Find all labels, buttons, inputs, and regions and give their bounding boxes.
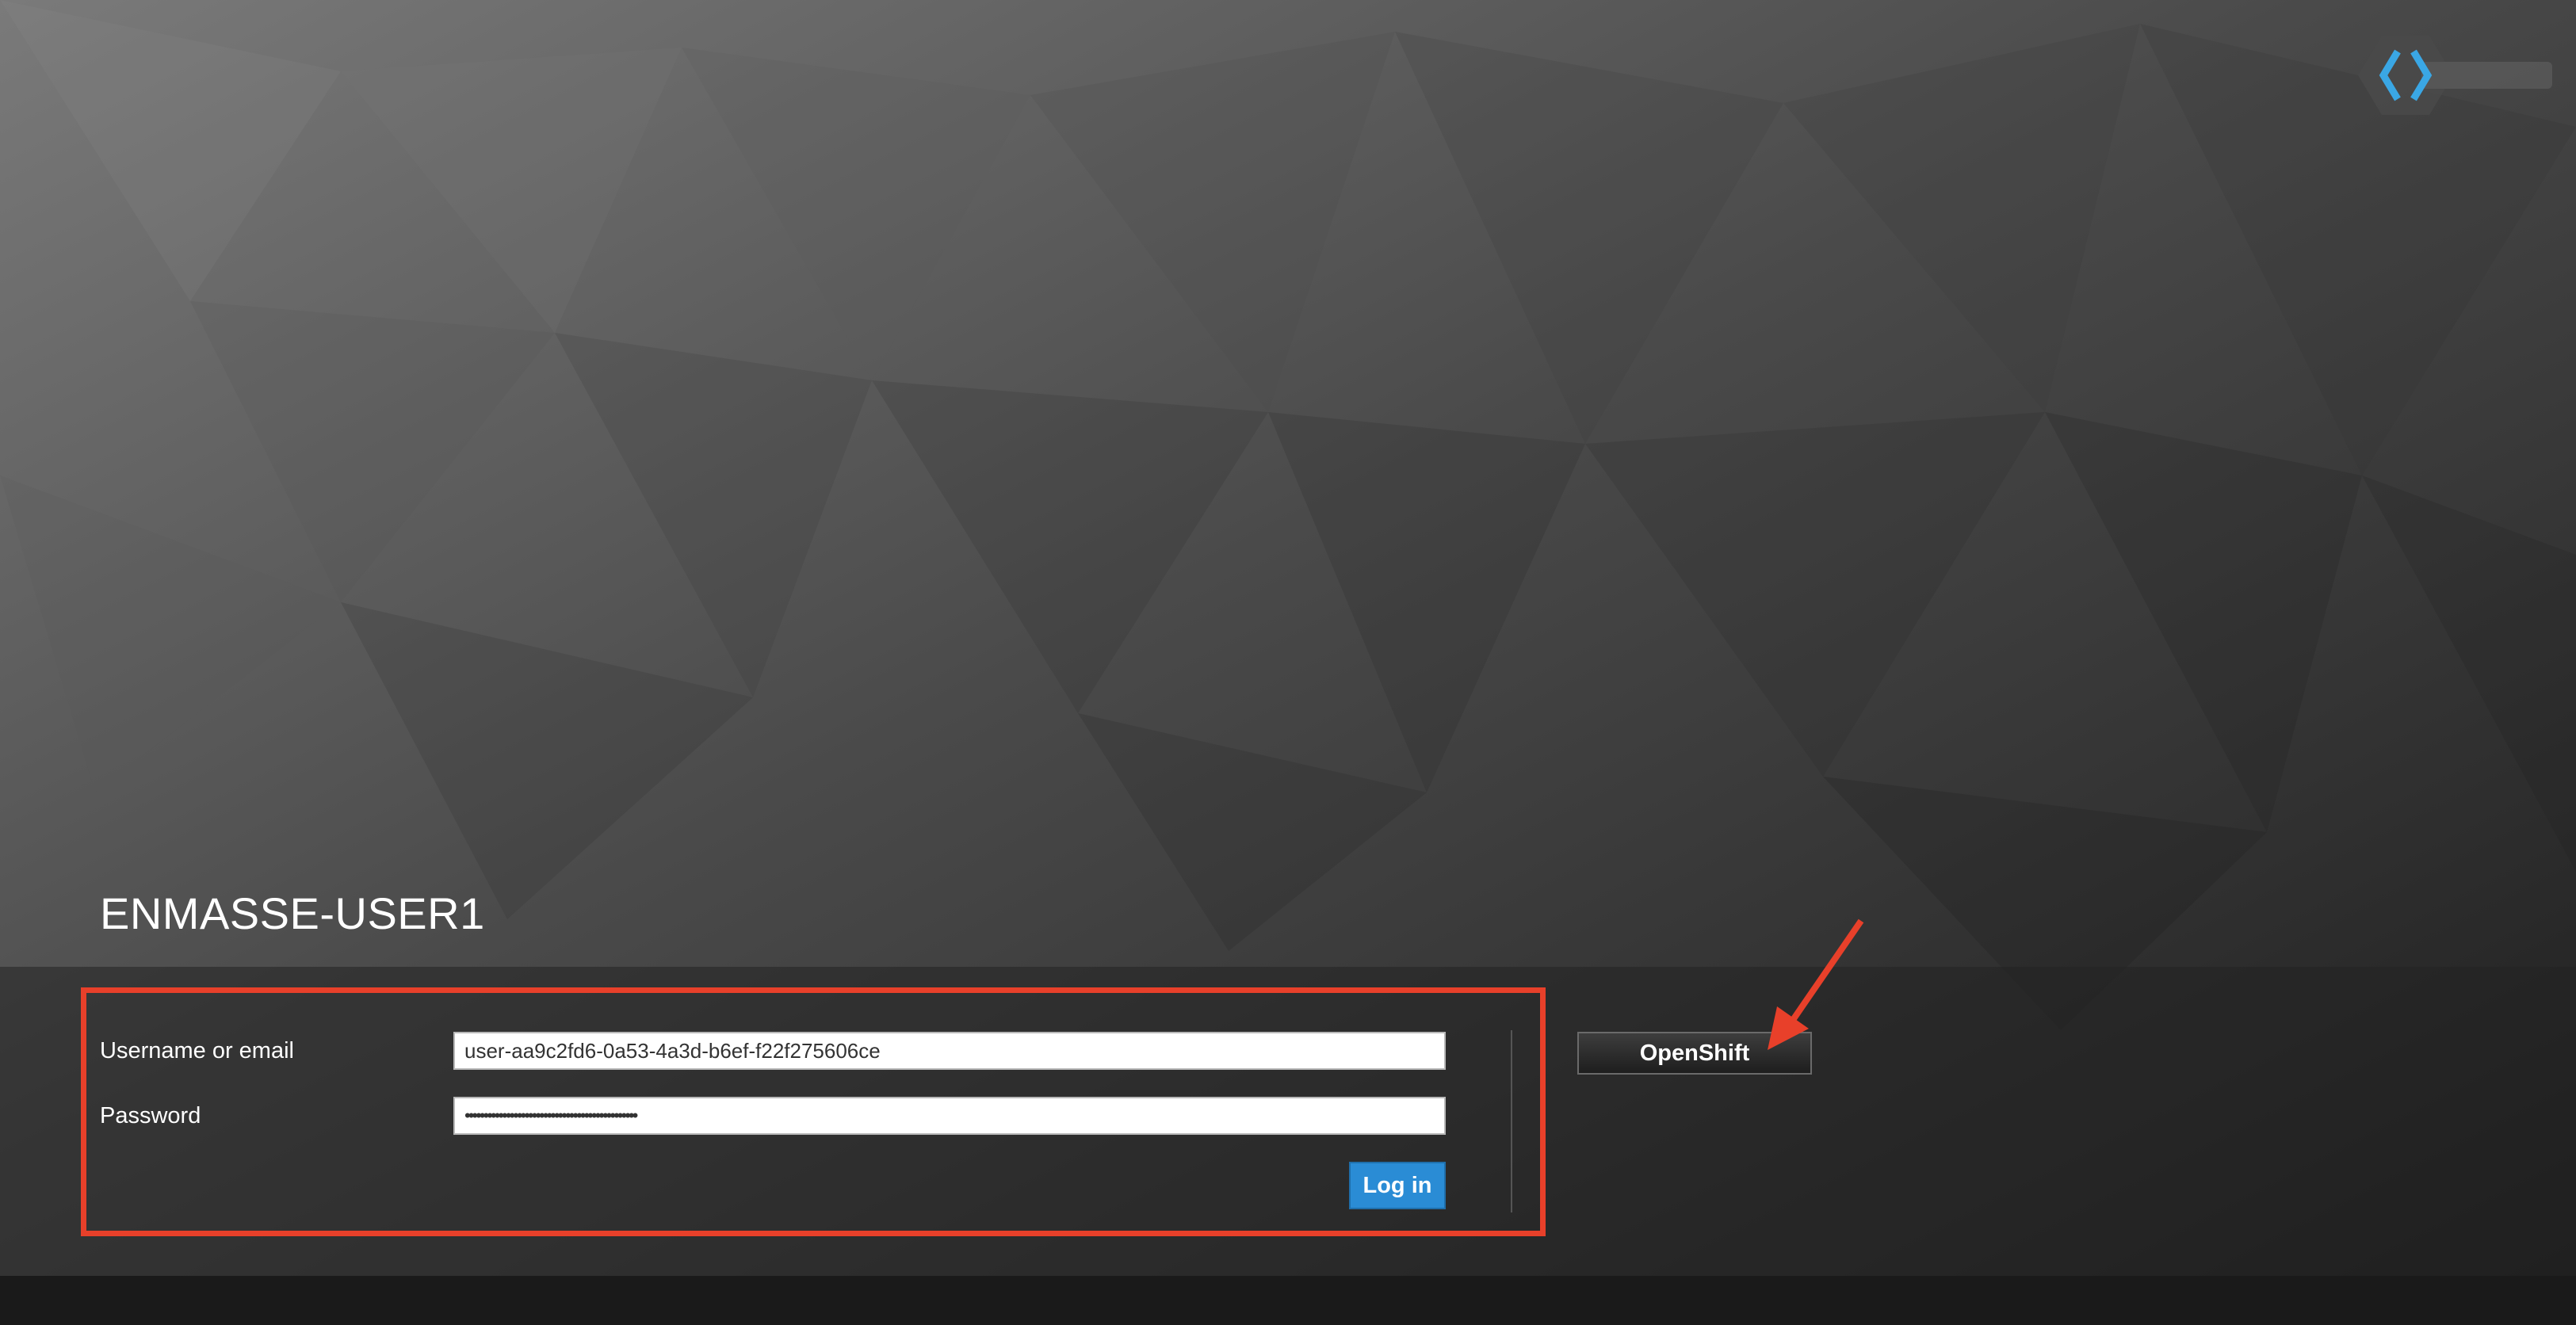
arrow-annotation-icon [1768,918,1864,1050]
username-input[interactable] [453,1032,1446,1070]
keycloak-logo-icon [2358,36,2552,115]
username-label: Username or email [100,1038,294,1063]
password-label: Password [100,1103,201,1128]
login-button[interactable]: Log in [1349,1162,1446,1209]
form-divider [1511,1030,1512,1212]
password-input[interactable] [453,1097,1446,1135]
realm-title: ENMASSE-USER1 [100,888,485,938]
